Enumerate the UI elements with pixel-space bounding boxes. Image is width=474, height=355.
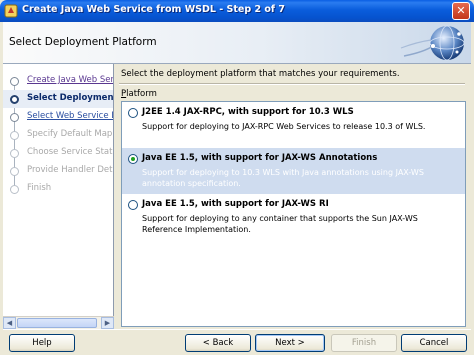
step-provide-handler-details: Provide Handler Details — [3, 162, 113, 180]
app-icon — [4, 4, 18, 18]
step-dot-icon — [10, 131, 19, 140]
finish-button[interactable]: Finish — [331, 334, 397, 352]
step-dot-icon — [10, 77, 19, 86]
option-title: Java EE 1.5, with support for JAX-WS RI — [142, 199, 329, 209]
platform-option-javaee-jaxws-ri[interactable]: Java EE 1.5, with support for JAX-WS RI … — [122, 194, 465, 240]
step-choose-service-state: Choose Service State — [3, 144, 114, 162]
step-select-deployment-platform[interactable]: Select Deployment Platform — [3, 90, 114, 108]
option-title: J2EE 1.4 JAX-RPC, with support for 10.3 … — [142, 107, 354, 117]
step-finish: Finish — [3, 180, 113, 198]
step-label: Specify Default Mapping Options — [27, 129, 113, 139]
step-label: Finish — [27, 183, 52, 193]
step-dot-icon — [10, 167, 19, 176]
steps-navigator: Create Java Web Service Select Deploymen… — [3, 64, 114, 329]
option-description: Support for deploying to any container t… — [142, 214, 418, 234]
step-label: Select Web Service Description — [27, 111, 113, 121]
globe-network-icon — [400, 25, 465, 61]
window-title: Create Java Web Service from WSDL - Step… — [22, 4, 285, 15]
scroll-left-icon[interactable]: ◀ — [3, 317, 16, 329]
back-button[interactable]: < Back — [185, 334, 251, 352]
step-select-web-service-description[interactable]: Select Web Service Description — [3, 108, 113, 126]
platform-option-j2ee-jaxrpc[interactable]: J2EE 1.4 JAX-RPC, with support for 10.3 … — [122, 102, 465, 148]
step-dot-icon — [10, 185, 19, 194]
step-label: Provide Handler Details — [27, 165, 113, 175]
option-title: Java EE 1.5, with support for JAX-WS Ann… — [142, 153, 378, 163]
cancel-button[interactable]: Cancel — [401, 334, 467, 352]
divider — [119, 83, 465, 85]
close-icon[interactable]: ✕ — [452, 2, 470, 20]
platform-label-rest: latform — [126, 89, 157, 99]
step-dot-icon — [10, 149, 19, 158]
radio-button-selected[interactable] — [128, 154, 138, 164]
help-button[interactable]: Help — [9, 334, 75, 352]
page-title: Select Deployment Platform — [9, 36, 157, 48]
step-label: Select Deployment Platform — [27, 93, 114, 103]
steps-horizontal-scrollbar[interactable]: ◀ ▶ — [3, 316, 114, 329]
platform-label: Platform — [121, 89, 157, 99]
platform-options-list: J2EE 1.4 JAX-RPC, with support for 10.3 … — [121, 101, 466, 327]
next-button[interactable]: Next > — [255, 334, 325, 352]
main-panel: Select the deployment platform that matc… — [115, 64, 471, 329]
step-label: Choose Service State — [27, 147, 114, 157]
scroll-right-icon[interactable]: ▶ — [101, 317, 114, 329]
window-titlebar[interactable]: Create Java Web Service from WSDL - Step… — [0, 0, 474, 22]
scrollbar-thumb[interactable] — [17, 318, 97, 328]
option-description: Support for deploying to 10.3 WLS with J… — [142, 168, 424, 188]
step-label: Create Java Web Service — [27, 75, 114, 85]
radio-selected-dot-icon — [131, 157, 135, 161]
step-create-java-web-service[interactable]: Create Java Web Service — [3, 72, 114, 90]
radio-button[interactable] — [128, 200, 138, 210]
step-header: Select Deployment Platform — [3, 22, 471, 64]
button-bar: Help < Back Next > Finish Cancel — [3, 329, 471, 355]
step-current-dot-icon — [10, 95, 19, 104]
radio-button[interactable] — [128, 108, 138, 118]
step-dot-icon — [10, 113, 19, 122]
step-specify-default-mapping: Specify Default Mapping Options — [3, 126, 113, 144]
instruction-text: Select the deployment platform that matc… — [121, 69, 400, 79]
option-description: Support for deploying to JAX-RPC Web Ser… — [142, 122, 426, 131]
platform-option-javaee-jaxws-annotations[interactable]: Java EE 1.5, with support for JAX-WS Ann… — [122, 148, 465, 194]
